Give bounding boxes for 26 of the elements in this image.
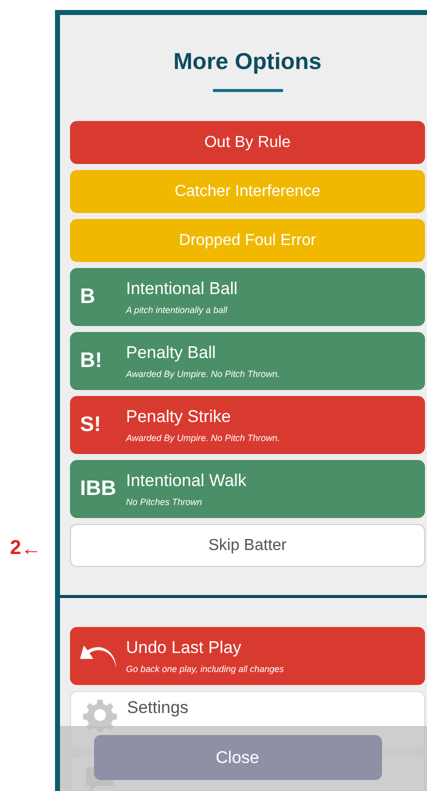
panel-title: More Options: [172, 47, 323, 75]
option-button[interactable]: B Intentional Ball A pitch intentionally a ball: [70, 268, 425, 326]
option-button[interactable]: IBB Intentional Walk No Pitches Thrown: [70, 460, 425, 518]
option-button[interactable]: B! Penalty Ball Awarded By Umpire. No Pitch Thrown.: [70, 332, 425, 390]
option-code: B: [80, 285, 96, 309]
option-code: S!: [80, 413, 102, 437]
option-label: Intentional Walk: [126, 471, 246, 491]
undo-button[interactable]: Undo Last Play Go back one play, including all changes: [70, 627, 425, 685]
option-label: Intentional Ball: [126, 279, 238, 299]
option-button[interactable]: Out By Rule: [70, 121, 425, 164]
action-label: Settings: [127, 698, 188, 718]
option-description: No Pitches Thrown: [126, 497, 204, 507]
annotation-arrow: ←: [21, 538, 42, 558]
action-label: Undo Last Play: [126, 638, 242, 658]
option-code: B!: [80, 349, 104, 373]
annotation-number: 2: [10, 537, 22, 560]
option-label: Penalty Ball: [126, 343, 217, 363]
skip-batter-button[interactable]: Skip Batter: [70, 524, 425, 567]
option-label: Penalty Strike: [126, 407, 232, 427]
option-button[interactable]: S! Penalty Strike Awarded By Umpire. No Pitch Thrown.: [70, 396, 425, 454]
option-description: Awarded By Umpire. No Pitch Thrown.: [126, 369, 280, 379]
action-description: Go back one play, including all changes: [126, 664, 284, 674]
close-button[interactable]: Close: [94, 735, 382, 780]
option-description: A pitch intentionally a ball: [126, 305, 228, 315]
option-code: IBB: [80, 477, 118, 501]
option-description: Awarded By Umpire. No Pitch Thrown.: [126, 433, 280, 443]
